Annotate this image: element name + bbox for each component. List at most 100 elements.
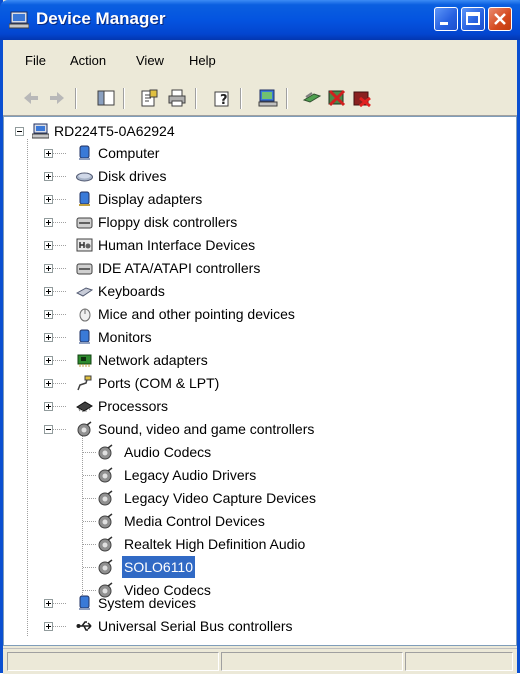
expand-icon[interactable] xyxy=(44,195,53,204)
tree-guide-line xyxy=(83,452,96,454)
device-legacy-audio-drivers[interactable]: Legacy Audio Drivers xyxy=(4,464,514,486)
category-label: Disk drives xyxy=(98,168,167,184)
category-human-interface-devices[interactable]: Human Interface Devices xyxy=(4,234,514,256)
category-system-devices[interactable]: System devices xyxy=(4,592,514,614)
device-solo6110[interactable]: SOLO6110 xyxy=(4,556,514,578)
menu-view[interactable]: View xyxy=(136,53,164,68)
device-realtek-hd-audio[interactable]: Realtek High Definition Audio xyxy=(4,533,514,555)
category-label: Monitors xyxy=(98,329,152,345)
toolbar-separator xyxy=(123,88,125,109)
expand-icon[interactable] xyxy=(44,379,53,388)
keyboard-icon xyxy=(76,287,93,297)
disk-drive-icon xyxy=(76,172,93,182)
expand-icon[interactable] xyxy=(44,402,53,411)
expand-icon[interactable] xyxy=(44,310,53,319)
category-usb-controllers[interactable]: Universal Serial Bus controllers xyxy=(4,615,514,637)
sound-device-icon xyxy=(98,513,113,529)
category-processors[interactable]: Processors xyxy=(4,395,514,417)
tree-guide-line xyxy=(53,153,66,155)
floppy-controller-icon xyxy=(76,217,93,229)
title-bar[interactable]: Device Manager xyxy=(0,0,520,40)
collapse-root-icon[interactable] xyxy=(15,127,24,136)
minimize-button[interactable] xyxy=(434,7,458,31)
scan-hardware-icon[interactable] xyxy=(258,88,278,108)
collapse-icon[interactable] xyxy=(44,425,53,434)
tree-guide-line xyxy=(53,314,66,316)
menu-action[interactable]: Action xyxy=(70,53,106,68)
uninstall-device-icon[interactable] xyxy=(352,88,372,108)
tree-guide-line xyxy=(83,475,96,477)
mouse-icon xyxy=(79,308,91,322)
device-audio-codecs[interactable]: Audio Codecs xyxy=(4,441,514,463)
sound-device-icon xyxy=(98,467,113,483)
expand-icon[interactable] xyxy=(44,599,53,608)
category-computer[interactable]: Computer xyxy=(4,142,514,164)
properties-icon[interactable] xyxy=(139,88,159,108)
help-icon[interactable]: ? xyxy=(212,88,232,108)
category-monitors[interactable]: Monitors xyxy=(4,326,514,348)
device-label-selected: SOLO6110 xyxy=(122,556,196,578)
category-label: Network adapters xyxy=(98,352,208,368)
tree-guide-line xyxy=(53,626,66,628)
processor-icon xyxy=(76,401,93,413)
device-tree[interactable]: RD224T5-0A62924 Computer Disk drives Dis… xyxy=(3,116,517,646)
tree-guide-line xyxy=(53,406,66,408)
menu-help[interactable]: Help xyxy=(189,53,216,68)
category-label: Processors xyxy=(98,398,169,414)
maximize-icon xyxy=(466,12,480,25)
tree-guide-line xyxy=(53,337,66,339)
expand-icon[interactable] xyxy=(44,333,53,342)
root-computer-name: RD224T5-0A62924 xyxy=(54,123,175,139)
status-pane xyxy=(7,652,219,671)
maximize-button[interactable] xyxy=(461,7,485,31)
computer-icon xyxy=(79,145,90,160)
close-button[interactable] xyxy=(488,7,512,31)
category-network-adapters[interactable]: Network adapters xyxy=(4,349,514,371)
category-label: Mice and other pointing devices xyxy=(98,306,295,322)
expand-icon[interactable] xyxy=(44,622,53,631)
disable-device-icon[interactable] xyxy=(327,88,347,108)
category-label: Sound, video and game controllers xyxy=(98,421,315,437)
window-title: Device Manager xyxy=(36,9,166,28)
device-label: Audio Codecs xyxy=(124,444,212,460)
category-disk-drives[interactable]: Disk drives xyxy=(4,165,514,187)
category-floppy-disk-controllers[interactable]: Floppy disk controllers xyxy=(4,211,514,233)
expand-icon[interactable] xyxy=(44,287,53,296)
expand-icon[interactable] xyxy=(44,241,53,250)
toolbar-separator xyxy=(195,88,197,109)
category-label: System devices xyxy=(98,595,197,611)
tree-guide-line xyxy=(83,521,96,523)
sound-device-icon xyxy=(98,536,113,552)
back-arrow-icon[interactable] xyxy=(21,88,41,108)
display-adapter-icon xyxy=(79,191,90,206)
category-display-adapters[interactable]: Display adapters xyxy=(4,188,514,210)
category-keyboards[interactable]: Keyboards xyxy=(4,280,514,302)
category-ports[interactable]: Ports (COM & LPT) xyxy=(4,372,514,394)
sound-device-icon xyxy=(98,559,113,575)
expand-icon[interactable] xyxy=(44,218,53,227)
update-driver-icon[interactable] xyxy=(302,88,322,108)
category-sound-video-game[interactable]: Sound, video and game controllers xyxy=(4,418,514,440)
tree-root[interactable]: RD224T5-0A62924 xyxy=(10,120,270,142)
device-label: Media Control Devices xyxy=(124,513,265,529)
forward-arrow-icon[interactable] xyxy=(47,88,67,108)
expand-icon[interactable] xyxy=(44,356,53,365)
expand-icon[interactable] xyxy=(44,264,53,273)
category-label: Ports (COM & LPT) xyxy=(98,375,220,391)
print-icon[interactable] xyxy=(167,88,187,108)
category-mice[interactable]: Mice and other pointing devices xyxy=(4,303,514,325)
system-device-icon xyxy=(79,595,90,610)
menu-file[interactable]: File xyxy=(25,53,46,68)
status-pane xyxy=(221,652,403,671)
device-legacy-video-capture[interactable]: Legacy Video Capture Devices xyxy=(4,487,514,509)
device-media-control[interactable]: Media Control Devices xyxy=(4,510,514,532)
tree-guide-line xyxy=(83,544,96,546)
tree-guide-line xyxy=(83,498,96,500)
show-hide-tree-icon[interactable] xyxy=(96,88,116,108)
device-label: Legacy Video Capture Devices xyxy=(124,490,316,506)
category-label: Universal Serial Bus controllers xyxy=(98,618,293,634)
ide-controller-icon xyxy=(76,263,93,275)
expand-icon[interactable] xyxy=(44,172,53,181)
category-ide-ata-atapi-controllers[interactable]: IDE ATA/ATAPI controllers xyxy=(4,257,514,279)
expand-icon[interactable] xyxy=(44,149,53,158)
